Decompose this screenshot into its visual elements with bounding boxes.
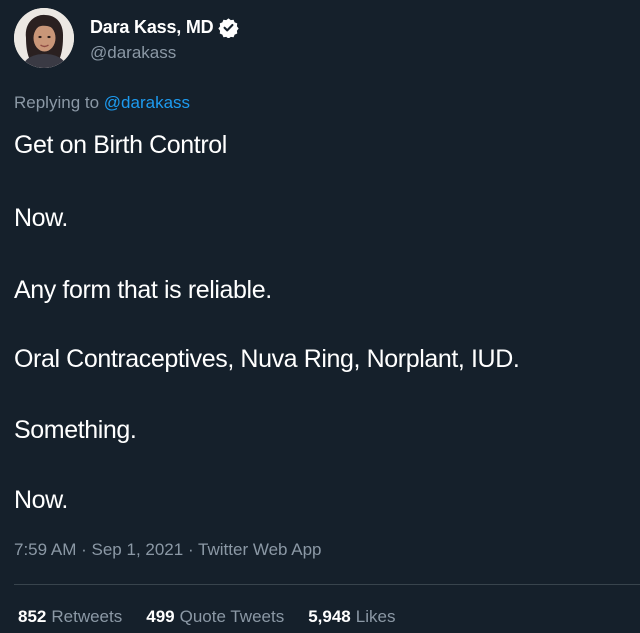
quote-tweets-count: 499: [146, 607, 175, 626]
tweet-header: Dara Kass, MD @darakass: [14, 8, 240, 68]
quote-tweets-label: Quote Tweets: [179, 607, 285, 626]
likes-count: 5,948: [308, 607, 351, 626]
tweet-text-line: Now.: [14, 486, 68, 514]
stats-divider: [14, 584, 640, 585]
avatar[interactable]: [14, 8, 74, 68]
author-handle[interactable]: @darakass: [90, 43, 239, 63]
tweet-text-line: Any form that is reliable.: [14, 276, 272, 304]
tweet-metadata: 7:59 AM · Sep 1, 2021 · Twitter Web App: [14, 540, 322, 560]
quote-tweets-stat[interactable]: 499 Quote Tweets: [146, 607, 284, 627]
tweet-source-link[interactable]: Twitter Web App: [198, 540, 321, 559]
retweets-label: Retweets: [51, 607, 123, 626]
reply-prefix: Replying to: [14, 93, 100, 112]
retweets-stat[interactable]: 852 Retweets: [18, 607, 122, 627]
tweet-text-line: Now.: [14, 204, 68, 232]
meta-separator: ·: [81, 540, 87, 559]
likes-label: Likes: [355, 607, 396, 626]
retweets-count: 852: [18, 607, 47, 626]
reply-mention-link[interactable]: @darakass: [104, 93, 190, 112]
tweet-text-line: Something.: [14, 416, 137, 444]
tweet-text-line: Oral Contraceptives, Nuva Ring, Norplant…: [14, 345, 520, 373]
tweet: Dara Kass, MD @darakass Replying to @dar…: [0, 0, 640, 633]
display-name-row: Dara Kass, MD: [90, 17, 240, 39]
reply-context: Replying to @darakass: [14, 93, 190, 113]
likes-stat[interactable]: 5,948 Likes: [308, 607, 395, 627]
verified-badge-icon: [218, 17, 240, 39]
tweet-time-link[interactable]: 7:59 AM: [14, 540, 76, 559]
author-display-name[interactable]: Dara Kass, MD: [90, 17, 214, 38]
tweet-text-line: Get on Birth Control: [14, 131, 227, 159]
meta-separator: ·: [187, 540, 194, 559]
engagement-stats: 852 Retweets 499 Quote Tweets 5,948 Likes: [18, 607, 395, 627]
author-info: Dara Kass, MD @darakass: [90, 13, 240, 63]
tweet-date-link[interactable]: Sep 1, 2021: [92, 540, 184, 559]
